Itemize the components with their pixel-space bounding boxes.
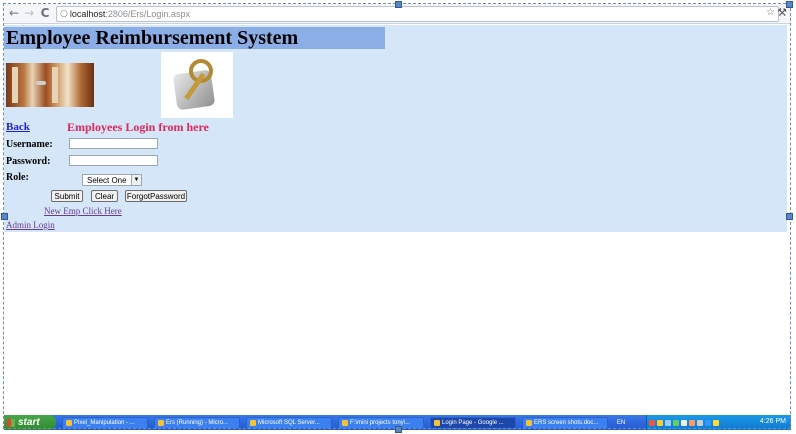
chrome-icon — [434, 419, 440, 426]
tray-icon[interactable] — [681, 419, 687, 426]
resize-handle — [395, 1, 402, 8]
tray-icon[interactable] — [713, 419, 719, 426]
resize-handle — [786, 1, 793, 8]
folder-icon — [342, 419, 348, 426]
back-link[interactable]: Back — [6, 121, 30, 133]
forgot-password-button[interactable]: ForgotPassword — [125, 190, 187, 202]
taskbar-item[interactable]: Microsoft SQL Server... — [246, 416, 332, 429]
password-label: Password: — [6, 156, 51, 167]
tray-icon[interactable] — [705, 419, 711, 426]
url-path: :2806/Ers/Login.aspx — [105, 9, 190, 19]
tray-icon[interactable] — [697, 419, 703, 426]
app-icon — [250, 419, 256, 426]
tray-icon[interactable] — [665, 419, 671, 426]
tray-icon[interactable] — [657, 419, 663, 426]
address-bar[interactable]: ○ localhost:2806/Ers/Login.aspx ☆ — [56, 6, 779, 22]
app-icon — [158, 419, 164, 426]
admin-login-link[interactable]: Admin Login — [6, 220, 55, 230]
key-puzzle-image — [161, 52, 233, 118]
taskbar-clock: 4:26 PM — [759, 418, 786, 425]
back-arrow-icon[interactable]: ← — [6, 5, 22, 21]
taskbar-item[interactable]: F:\mini projects tony\... — [338, 416, 424, 429]
resize-handle — [395, 426, 402, 433]
page-title: Employee Reimbursement System — [6, 27, 299, 49]
taskbar-item-active[interactable]: Login Page - Google ... — [430, 416, 516, 429]
system-tray: 4:26 PM — [646, 415, 791, 430]
clear-button[interactable]: Clear — [91, 190, 118, 202]
submit-button[interactable]: Submit — [51, 190, 83, 202]
word-icon — [526, 419, 532, 426]
password-input[interactable] — [69, 155, 158, 166]
tray-icon[interactable] — [649, 419, 655, 426]
taskbar-item[interactable]: Ers (Running) - Micro... — [154, 416, 240, 429]
language-indicator[interactable]: EN — [612, 417, 630, 429]
role-select[interactable]: Select One ▼ — [82, 174, 142, 186]
tray-icon[interactable] — [689, 419, 695, 426]
username-input[interactable] — [69, 138, 158, 149]
forward-arrow-icon[interactable]: → — [21, 5, 37, 21]
header-bar: Employee Reimbursement System — [4, 27, 385, 49]
role-selected-value: Select One — [87, 175, 127, 185]
role-label: Role: — [6, 172, 29, 183]
username-label: Username: — [6, 139, 53, 150]
reload-icon[interactable]: C — [37, 5, 53, 21]
resize-handle — [1, 213, 8, 220]
new-emp-link[interactable]: New Emp Click Here — [44, 206, 122, 216]
chevron-down-icon[interactable]: ▼ — [131, 175, 141, 185]
resize-handle — [786, 213, 793, 220]
door-image — [6, 63, 94, 107]
taskbar-item[interactable]: Pixel_Manipulation - ... — [62, 416, 148, 429]
start-button[interactable]: start — [4, 415, 56, 430]
page-icon: ○ — [60, 9, 68, 19]
login-heading: Employees Login from here — [67, 120, 209, 134]
login-page: Employee Reimbursement System Back Emplo… — [4, 25, 787, 232]
start-label: start — [18, 417, 40, 428]
star-icon[interactable]: ☆ — [766, 7, 775, 18]
windows-flag-icon — [7, 418, 15, 427]
url-host: localhost — [69, 9, 106, 19]
tray-icon[interactable] — [673, 419, 679, 426]
taskbar-item[interactable]: ERS screen shots.doc... — [522, 416, 608, 429]
app-icon — [66, 419, 72, 426]
